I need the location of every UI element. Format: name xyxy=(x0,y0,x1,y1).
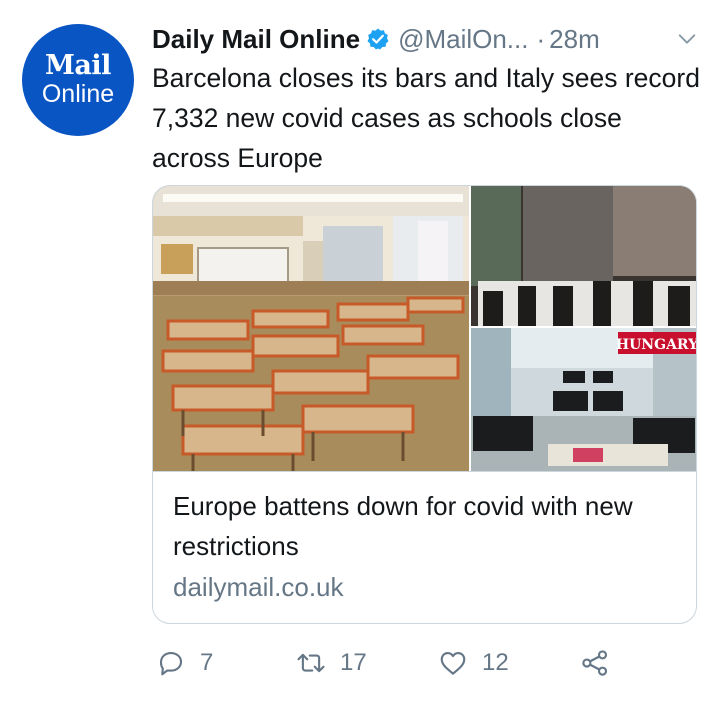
image-country-label: HUNGARY xyxy=(616,337,696,353)
like-count: 12 xyxy=(482,649,509,676)
heart-icon xyxy=(440,651,466,675)
avatar-logo-line2: Online xyxy=(41,80,115,108)
reply-icon xyxy=(159,651,183,676)
separator-dot: · xyxy=(536,23,546,54)
tweet-text: Barcelona closes its bars and Italy sees… xyxy=(152,63,700,173)
reply-button[interactable]: 7 xyxy=(156,648,213,678)
retweet-count: 17 xyxy=(340,649,367,676)
card-image: HUNGARY xyxy=(153,186,696,471)
timestamp[interactable]: 28m xyxy=(549,24,600,55)
avatar-logo-line1: Mail xyxy=(45,50,111,81)
link-card[interactable]: HUNGARY Europe battens down for covid wi… xyxy=(152,185,697,624)
card-title[interactable]: Europe battens down for covid with new r… xyxy=(173,486,683,566)
author-name[interactable]: Daily Mail Online xyxy=(152,24,360,55)
share-button[interactable] xyxy=(580,648,610,678)
tweet-header: Daily Mail Online @MailOn... · 28m xyxy=(152,20,698,58)
share-icon xyxy=(582,650,608,676)
author-handle[interactable]: @MailOn... xyxy=(398,24,528,55)
retweet-button[interactable]: 17 xyxy=(296,648,367,678)
card-divider xyxy=(153,471,696,472)
verified-badge-icon xyxy=(367,28,389,50)
chevron-down-icon[interactable] xyxy=(676,28,698,50)
card-domain[interactable]: dailymail.co.uk xyxy=(173,570,344,604)
like-button[interactable]: 12 xyxy=(438,648,509,678)
avatar[interactable]: Mail Online xyxy=(22,24,134,136)
tweet-actions: 7 17 12 xyxy=(152,640,692,690)
retweet-icon xyxy=(297,653,325,673)
reply-count: 7 xyxy=(200,649,214,676)
